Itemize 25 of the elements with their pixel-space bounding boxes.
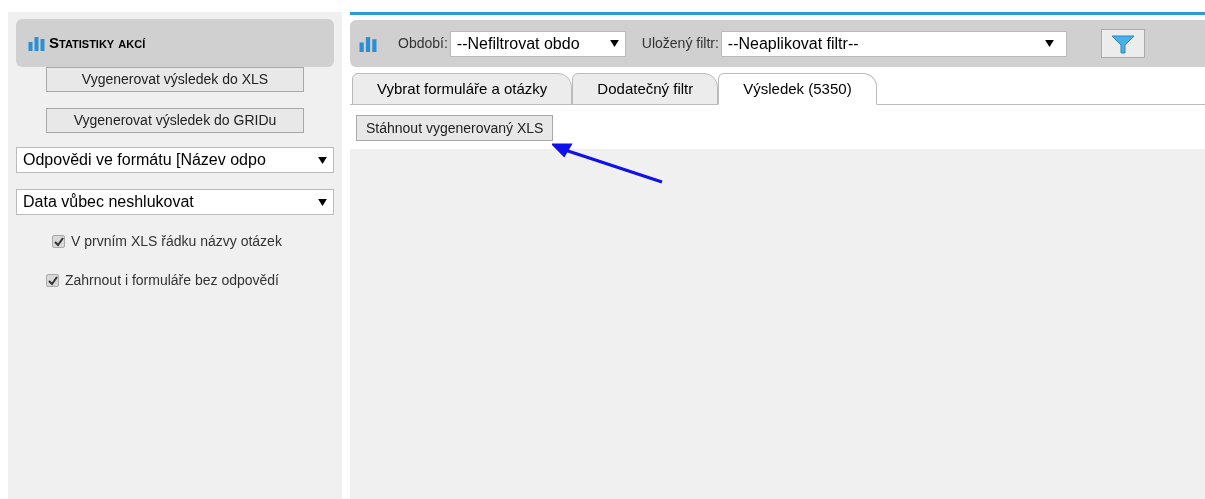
saved-filter-label: Uložený filtr: xyxy=(641,34,719,53)
checkbox[interactable] xyxy=(52,235,65,248)
dropdown[interactable]: Odpovědi ve formátu [Název odpo xyxy=(16,147,334,173)
generate-button[interactable]: Vygenerovat výsledek do GRIDu xyxy=(46,108,304,133)
period-label: Období: xyxy=(398,34,448,53)
sidebar-title: Statistiky akcí xyxy=(49,32,146,53)
checkbox-label: Zahrnout i formuláře bez odpovědí xyxy=(65,271,279,290)
dropdown[interactable]: Data vůbec neshlukovat xyxy=(16,189,334,215)
generate-button[interactable]: Vygenerovat výsledek do XLS xyxy=(46,67,304,92)
tab[interactable]: Dodatečný filtr xyxy=(572,73,719,105)
bar-chart-icon xyxy=(28,35,45,51)
bar-chart-icon xyxy=(358,35,378,52)
caret-icon xyxy=(1044,40,1054,47)
caret-icon xyxy=(318,198,327,206)
saved-filter-dropdown[interactable]: --Neaplikovat filtr-- xyxy=(720,30,1067,57)
funnel-icon xyxy=(1110,33,1135,54)
checkbox[interactable] xyxy=(46,274,59,287)
filter-button[interactable] xyxy=(1100,29,1145,58)
caret-icon xyxy=(318,156,327,164)
period-dropdown[interactable]: --Nefiltrovat obdo xyxy=(449,30,626,57)
checkbox-label: V prvním XLS řádku názvy otázek xyxy=(71,232,282,251)
caret-icon xyxy=(609,40,619,47)
tab[interactable]: Výsledek (5350) xyxy=(718,73,877,105)
download-xls-button[interactable]: Stáhnout vygenerovaný XLS xyxy=(356,115,554,141)
tab[interactable]: Vybrat formuláře a otázky xyxy=(352,73,573,105)
